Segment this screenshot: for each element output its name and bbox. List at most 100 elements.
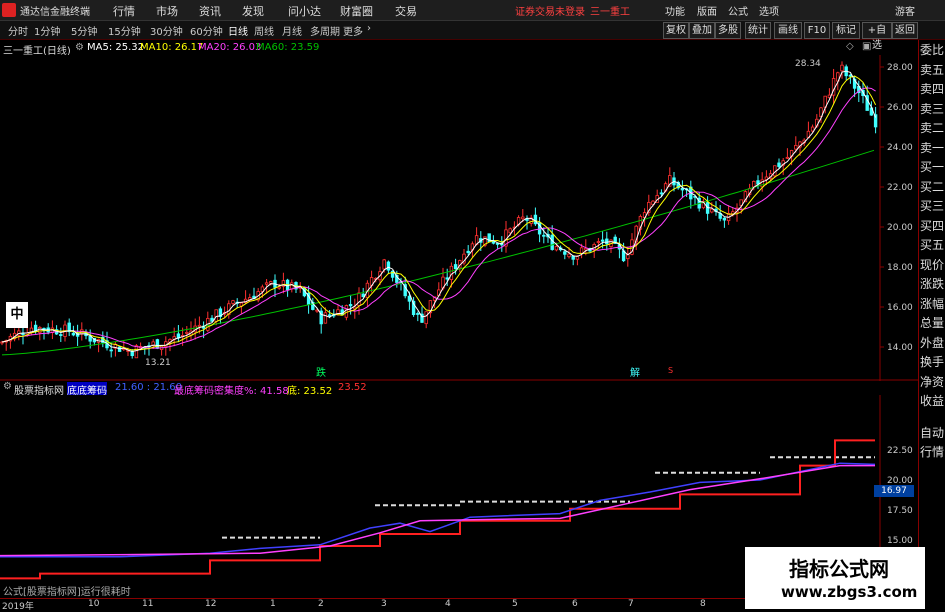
menu-formula[interactable]: 公式	[728, 3, 748, 18]
ma60-value: MA60: 23.59	[256, 42, 320, 53]
time-axis-month: 8	[700, 599, 706, 609]
mark-button[interactable]: 标记	[832, 22, 860, 39]
tab-monthly[interactable]: 月线	[282, 23, 302, 38]
y-axis-tick: 14.00	[887, 343, 913, 353]
candle-body	[71, 332, 76, 336]
tab-1min[interactable]: 1分钟	[34, 23, 60, 38]
y-axis-tick: 22.00	[887, 183, 913, 193]
signal-marker-left: 跌	[316, 368, 326, 379]
side-panel-item[interactable]: 卖三	[920, 99, 945, 119]
add-watchlist-button[interactable]: +自选	[862, 22, 892, 51]
side-panel-item[interactable]: 自动	[920, 423, 945, 443]
tab-5min[interactable]: 5分钟	[71, 23, 97, 38]
tab-daily[interactable]: 日线	[228, 23, 248, 38]
side-panel-item[interactable]: 涨幅	[920, 294, 945, 314]
tab-timeshare[interactable]: 分时	[8, 23, 28, 38]
menu-wealth[interactable]: 财富圈	[340, 3, 373, 19]
side-panel-item[interactable]: 卖一	[920, 138, 945, 158]
login-status[interactable]: 证券交易未登录	[515, 3, 585, 18]
side-panel-item[interactable]: 总量	[920, 313, 945, 333]
tab-30min[interactable]: 30分钟	[150, 23, 183, 38]
candle-body	[277, 286, 281, 289]
side-panel-item[interactable]: 委比	[920, 40, 945, 60]
side-panel-item[interactable]: 买二	[920, 177, 945, 197]
menu-market[interactable]: 市场	[156, 3, 178, 19]
signal-marker-red: S	[668, 366, 674, 375]
tab-weekly[interactable]: 周线	[254, 23, 274, 38]
draw-line-button[interactable]: 画线	[774, 22, 802, 39]
sub-y-axis-tick: 22.50	[887, 446, 913, 456]
y-axis-tick: 18.00	[887, 263, 913, 273]
menu-trade[interactable]: 交易	[395, 3, 417, 19]
diamond-icon[interactable]: ◇	[846, 41, 854, 52]
tab-15min[interactable]: 15分钟	[108, 23, 141, 38]
tab-60min[interactable]: 60分钟	[190, 23, 223, 38]
side-panel-item[interactable]: 涨跌	[920, 274, 945, 294]
settings-icon[interactable]: ⚙	[3, 381, 12, 392]
menu-discover[interactable]: 发现	[242, 3, 264, 19]
candle-body	[445, 277, 449, 280]
main-info-row: 三一重工(日线) ⚙ MA5: 25.32 MA10: 26.17 MA20: …	[0, 41, 880, 57]
app-logo-icon	[2, 3, 16, 17]
menu-news[interactable]: 资讯	[199, 3, 221, 19]
multi-stock-button[interactable]: 多股	[715, 22, 741, 39]
settings-icon[interactable]: ⚙	[75, 42, 84, 53]
candle-body	[155, 339, 160, 349]
side-panel-item[interactable]: 买四	[920, 216, 945, 236]
time-axis-month: 1	[270, 599, 276, 609]
candle-body	[382, 259, 386, 270]
time-axis-month: 7	[628, 599, 634, 609]
side-panel-item[interactable]: 买三	[920, 196, 945, 216]
side-panel-item[interactable]: 行情	[920, 442, 945, 462]
candle-body	[722, 217, 727, 221]
y-axis-tick: 24.00	[887, 143, 913, 153]
maximize-icon[interactable]: ▣	[862, 41, 871, 52]
quote-side-panel: 委比 卖五 卖四 卖三 卖二 卖一 买一 买二 买三 买四 买五 现价 涨跌 涨幅 总量 外盘 换手 净资 收益自动…	[918, 40, 945, 609]
time-axis-month: 12	[205, 599, 217, 609]
candle-body	[386, 261, 391, 271]
guest-label[interactable]: 游客	[895, 3, 915, 18]
f10-button[interactable]: F10	[804, 22, 830, 39]
menu-function[interactable]: 功能	[665, 3, 685, 18]
side-panel-item[interactable]: 现价	[920, 255, 945, 275]
menu-quotes[interactable]: 行情	[113, 3, 135, 19]
side-panel-item[interactable]: 卖五	[920, 60, 945, 80]
ma20-value: MA20: 26.03	[198, 42, 262, 53]
sub-y-axis-tick: 15.00	[887, 536, 913, 546]
tab-more[interactable]: 更多	[343, 23, 363, 38]
app-title: 通达信金融终端	[20, 7, 90, 18]
time-axis-month: 2	[318, 599, 324, 609]
side-panel-item[interactable]: 外盘	[920, 333, 945, 353]
candle-body	[777, 162, 781, 167]
candle-body	[59, 334, 63, 336]
chevron-right-icon[interactable]: ›	[367, 23, 371, 34]
time-axis-year: 2019年	[2, 602, 34, 612]
candle-body	[600, 239, 605, 242]
side-panel-item[interactable]: 卖四	[920, 79, 945, 99]
tab-multi-period[interactable]: 多周期	[310, 23, 340, 38]
side-panel-item[interactable]: 净资	[920, 372, 945, 392]
candle-body	[533, 214, 538, 225]
candle-body	[659, 192, 664, 195]
candle-body	[794, 145, 798, 150]
kline-chart[interactable]: 28.00 26.00 24.00 22.00 20.00 18.00 16.00 14.00	[0, 55, 918, 381]
side-panel-item[interactable]: 买五	[920, 235, 945, 255]
time-axis-month: 11	[142, 599, 154, 609]
adjust-button[interactable]: 复权	[663, 22, 689, 39]
menu-ask[interactable]: 问小达	[288, 3, 321, 19]
candle-body	[550, 234, 554, 250]
watermark-overlay: 指标公式网 www.zbgs3.com	[745, 547, 925, 609]
back-button[interactable]: 返回	[892, 22, 918, 39]
candle-body	[117, 346, 122, 352]
stats-button[interactable]: 统计	[745, 22, 771, 39]
menu-options[interactable]: 选项	[759, 3, 779, 18]
overlay-button[interactable]: 叠加	[689, 22, 715, 39]
candle-body	[563, 251, 567, 255]
side-panel-item[interactable]: 买一	[920, 157, 945, 177]
candle-body	[680, 187, 685, 191]
menu-layout[interactable]: 版面	[697, 3, 717, 18]
side-panel-item[interactable]: 卖二	[920, 118, 945, 138]
side-panel-item[interactable]: 换手	[920, 352, 945, 372]
candle-body	[542, 234, 546, 237]
side-panel-item[interactable]: 收益	[920, 391, 945, 411]
